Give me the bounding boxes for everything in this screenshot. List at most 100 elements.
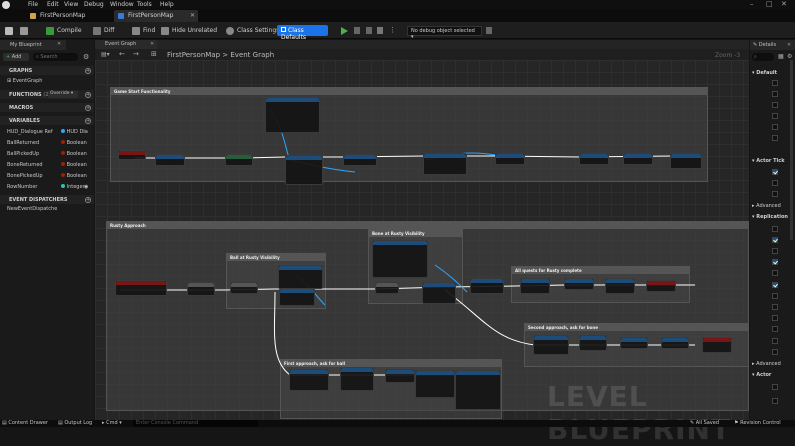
variable-row[interactable]: RowNumber (7, 184, 37, 190)
function-node[interactable] (605, 278, 635, 294)
variable-type[interactable]: Integer (61, 184, 85, 190)
checkbox[interactable] (772, 102, 778, 108)
find-button[interactable]: Find (132, 25, 155, 36)
graph-menu-icon[interactable]: ▤▾ (101, 51, 110, 58)
function-node[interactable] (225, 154, 253, 166)
function-node[interactable] (415, 370, 455, 398)
add-button[interactable]: + Add (3, 53, 29, 61)
variable-getters-node[interactable] (372, 240, 428, 278)
close-tab-icon[interactable]: ✕ (150, 41, 154, 47)
function-node[interactable] (343, 154, 377, 166)
search-input[interactable]: ⌕ Search (33, 53, 78, 61)
my-blueprint-tab[interactable]: My Blueprint ✕ (0, 40, 66, 50)
function-node[interactable] (620, 337, 648, 349)
variables-section[interactable]: VARIABLES (0, 116, 94, 125)
checkbox[interactable] (772, 226, 778, 232)
minimize-icon[interactable]: – (750, 0, 754, 8)
hide-unrelated-button[interactable]: Hide Unrelated (161, 25, 217, 36)
checkbox[interactable] (772, 124, 778, 130)
variable-row[interactable]: HUD_Dialogue Ref (7, 129, 53, 135)
all-saved-status[interactable]: ✎ All Saved (690, 420, 719, 426)
class-defaults-button[interactable]: Class Defaults (277, 25, 328, 41)
event-beginplay-node[interactable] (118, 150, 146, 160)
variable-getters-node[interactable] (265, 97, 320, 133)
function-node[interactable] (423, 153, 467, 175)
function-node[interactable] (155, 154, 185, 166)
function-node[interactable] (564, 278, 594, 290)
checkbox[interactable] (772, 326, 778, 332)
tab-firstpersonmap-blueprint[interactable]: FirstPersonMap ✕ (114, 10, 198, 22)
checkbox[interactable] (772, 80, 778, 86)
visibility-eye-icon[interactable]: ◉ (84, 184, 88, 190)
step-icon[interactable] (354, 27, 360, 34)
class-settings-button[interactable]: Class Settings (226, 25, 279, 36)
variable-type[interactable]: Boolean (61, 173, 87, 179)
checkbox[interactable] (772, 398, 778, 404)
event-overlap-node[interactable] (115, 280, 167, 296)
function-node[interactable] (279, 288, 315, 306)
advanced-section[interactable]: ▸ Advanced (752, 203, 781, 209)
function-node[interactable] (661, 337, 689, 349)
variable-row[interactable]: BoneReturned (7, 162, 43, 168)
graphs-section[interactable]: GRAPHS (0, 66, 94, 75)
play-icon[interactable] (341, 27, 348, 35)
checkbox[interactable] (772, 384, 778, 390)
content-drawer-button[interactable]: ▤ Content Drawer (2, 420, 48, 426)
checkbox[interactable] (772, 270, 778, 276)
compile-button[interactable]: Compile (46, 25, 82, 36)
details-tab[interactable]: ✎ Details ✕ (750, 40, 795, 50)
scrollbar[interactable] (790, 60, 793, 240)
checkbox[interactable] (772, 191, 778, 197)
menu-edit[interactable]: Edit (47, 1, 59, 8)
checkbox[interactable] (772, 169, 778, 175)
function-node[interactable] (285, 155, 323, 185)
debug-browse-icon[interactable] (486, 27, 492, 34)
actor-tick-section[interactable]: ▾ Actor Tick (752, 158, 785, 164)
console-input[interactable]: Enter Console Command (133, 420, 258, 427)
tab-firstpersonmap-level[interactable]: FirstPersonMap (26, 10, 108, 22)
stop-icon[interactable] (366, 27, 372, 34)
function-node[interactable] (455, 370, 501, 410)
checkbox[interactable] (772, 113, 778, 119)
function-node[interactable] (278, 265, 323, 289)
settings-gear-icon[interactable]: ⚙ (83, 53, 89, 61)
checkbox[interactable] (772, 259, 778, 265)
checkbox[interactable] (772, 248, 778, 254)
close-tab-icon[interactable]: ✕ (787, 42, 791, 48)
variable-type[interactable]: Boolean (61, 140, 87, 146)
checkbox[interactable] (772, 237, 778, 243)
variable-row[interactable]: BallReturned (7, 140, 39, 146)
visibility-eye-icon[interactable]: ⦚ (84, 129, 85, 135)
function-node[interactable] (385, 369, 415, 383)
add-variable-icon[interactable]: + (85, 118, 91, 124)
function-node[interactable] (495, 153, 525, 165)
menu-tools[interactable]: Tools (137, 1, 152, 8)
close-tab-icon[interactable]: ✕ (57, 41, 61, 47)
maximize-icon[interactable]: □ (766, 0, 773, 8)
checkbox[interactable] (772, 282, 778, 288)
forward-arrow-icon[interactable]: → (133, 50, 139, 58)
checkbox[interactable] (772, 180, 778, 186)
functions-section[interactable]: FUNCTIONS (20 O (0, 90, 94, 99)
advanced-section[interactable]: ▸ Advanced (752, 361, 781, 367)
override-dropdown[interactable]: Override ▾ (48, 91, 78, 98)
function-node[interactable] (623, 153, 653, 165)
debug-options-icon[interactable]: ⋮ (389, 26, 396, 34)
breadcrumb[interactable]: FirstPersonMap > Event Graph (167, 51, 274, 59)
checkbox[interactable] (772, 91, 778, 97)
browse-icon[interactable] (20, 25, 28, 36)
function-node[interactable] (702, 337, 732, 353)
branch-node[interactable] (375, 282, 399, 294)
macros-section[interactable]: MACROS (0, 103, 94, 112)
checkbox[interactable] (772, 135, 778, 141)
close-window-icon[interactable]: ✕ (781, 0, 787, 8)
save-icon[interactable] (5, 25, 13, 36)
menu-file[interactable]: File (28, 1, 38, 8)
function-node[interactable] (646, 280, 676, 292)
function-node[interactable] (670, 153, 702, 169)
menu-debug[interactable]: Debug (84, 1, 104, 8)
checkbox[interactable] (772, 304, 778, 310)
function-node[interactable] (422, 282, 456, 304)
grid-view-icon[interactable]: ▦ (778, 53, 784, 60)
output-log-button[interactable]: ▤ Output Log (58, 420, 92, 426)
